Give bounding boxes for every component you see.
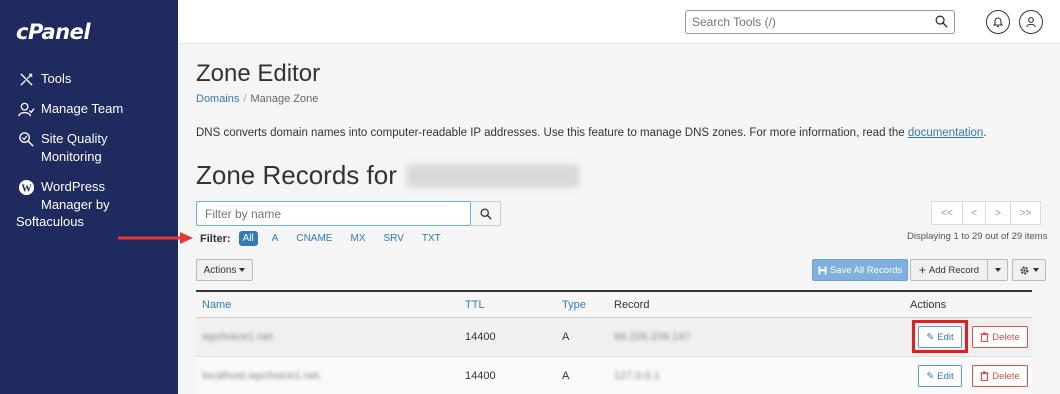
bell-icon [992,17,1004,28]
sidebar-item-label: Manage Team [41,101,124,116]
sidebar-item-label: Tools [41,71,72,86]
caret-down-icon [239,268,246,272]
filter-chip-txt[interactable]: TXT [418,231,445,246]
settings-dropdown-button[interactable] [1012,259,1046,281]
first-page-button[interactable]: << [931,201,963,225]
record-name: localhost.wpchoice1.net. [202,370,322,382]
zone-records-title: Zone Records for [196,160,397,190]
delete-button[interactable]: Delete [972,365,1028,387]
breadcrumb-separator: / [243,93,247,105]
column-header-name[interactable]: Name [202,299,231,311]
plus-icon: + [918,263,926,277]
trash-icon [980,371,989,381]
tools-icon [16,70,36,88]
breadcrumb: Domains / Manage Zone [196,93,318,105]
table-row: localhost.wpchoice1.net. 14400 A 127.0.0… [196,357,1032,394]
pencil-icon: ✎ [926,370,935,382]
filter-chip-mx[interactable]: MX [346,231,369,246]
next-page-button[interactable]: > [985,201,1011,225]
gear-icon [1020,266,1029,274]
site-quality-icon [16,130,36,148]
record-value: 66.226.209.147 [614,331,691,343]
trash-icon [980,332,989,342]
pagination: << < > >> [931,201,1041,225]
documentation-link[interactable]: documentation [908,127,983,139]
redacted-domain [406,163,579,188]
zone-records-heading: Zone Records for [196,160,579,191]
table-row: wpchoice1.net. 14400 A 66.226.209.147 ✎ E… [196,318,1032,357]
search-tools-input[interactable] [686,11,926,33]
record-ttl: 14400 [465,331,496,343]
edit-label: Edit [937,370,954,382]
top-bar [178,0,1060,44]
zone-records-table: Name TTL Type Record Actions wpchoice1.n… [196,290,1032,394]
user-menu-button[interactable] [1019,10,1043,34]
sidebar-item-label: Site Quality Monitoring [41,131,108,164]
sidebar-item-site-quality[interactable]: Site Quality Monitoring [16,130,107,166]
filter-search-button[interactable] [471,201,501,226]
breadcrumb-current: Manage Zone [250,93,319,105]
record-type: A [562,370,570,382]
delete-label: Delete [992,370,1020,382]
page-description: DNS converts domain names into computer-… [196,127,987,139]
wordpress-icon: W [16,178,36,196]
table-header: Name TTL Type Record Actions [196,290,1032,318]
record-type-filter: Filter: All A CNAME MX SRV TXT [200,231,455,246]
actions-dropdown-button[interactable]: Actions [196,259,253,281]
record-ttl: 14400 [465,370,496,382]
add-record-options-button[interactable] [988,259,1008,281]
add-record-button[interactable]: + Add Record [910,259,988,281]
prev-page-button[interactable]: < [962,201,986,225]
description-end: . [983,127,987,139]
notifications-button[interactable] [986,10,1010,34]
filter-by-name-input[interactable] [197,202,470,225]
search-icon [479,207,492,220]
save-all-records-button[interactable]: Save All Records [812,259,908,281]
column-header-ttl[interactable]: TTL [465,299,485,311]
sidebar-item-tools[interactable]: Tools [16,70,71,88]
filter-chip-cname[interactable]: CNAME [292,231,336,246]
filter-box[interactable] [196,201,471,226]
sidebar-item-wordpress[interactable]: W WordPress Manager by [16,178,110,214]
sidebar: cPanel Tools Manage Team Site Quality Mo… [0,0,178,394]
delete-button[interactable]: Delete [972,326,1028,348]
filter-chip-a[interactable]: A [268,231,283,246]
delete-label: Delete [992,331,1020,343]
add-record-label: Add Record [928,264,980,276]
annotation-arrow-icon [118,232,193,244]
sidebar-item-label-continued[interactable]: Softaculous [16,214,84,229]
record-type: A [562,331,570,343]
search-icon[interactable] [935,15,948,33]
description-text: DNS converts domain names into computer-… [196,127,908,139]
column-header-record: Record [614,299,650,311]
sidebar-item-manage-team[interactable]: Manage Team [16,100,123,118]
last-page-button[interactable]: >> [1010,201,1041,225]
displaying-count: Displaying 1 to 29 out of 29 items [907,231,1048,242]
caret-down-icon [1033,268,1039,272]
manage-team-icon [16,100,36,118]
svg-text:W: W [21,183,32,194]
search-tools-box[interactable] [685,10,955,34]
sidebar-item-label: WordPress Manager by [41,179,110,212]
save-all-label: Save All Records [829,264,903,276]
filter-chip-srv[interactable]: SRV [379,231,407,246]
save-icon [818,265,827,275]
filter-chip-all[interactable]: All [238,231,258,246]
record-value: 127.0.0.1 [614,370,660,382]
user-icon [1026,17,1036,28]
page-title: Zone Editor [196,60,321,87]
column-header-type[interactable]: Type [562,299,586,311]
caret-down-icon [994,268,1001,272]
cpanel-logo[interactable]: cPanel [16,20,91,44]
record-name: wpchoice1.net. [202,331,276,343]
column-header-actions: Actions [910,299,947,311]
highlight-annotation [912,320,968,353]
filter-label: Filter: [200,232,231,245]
breadcrumb-domains-link[interactable]: Domains [196,93,239,105]
actions-label: Actions [203,264,237,276]
edit-button[interactable]: ✎ Edit [918,365,962,387]
